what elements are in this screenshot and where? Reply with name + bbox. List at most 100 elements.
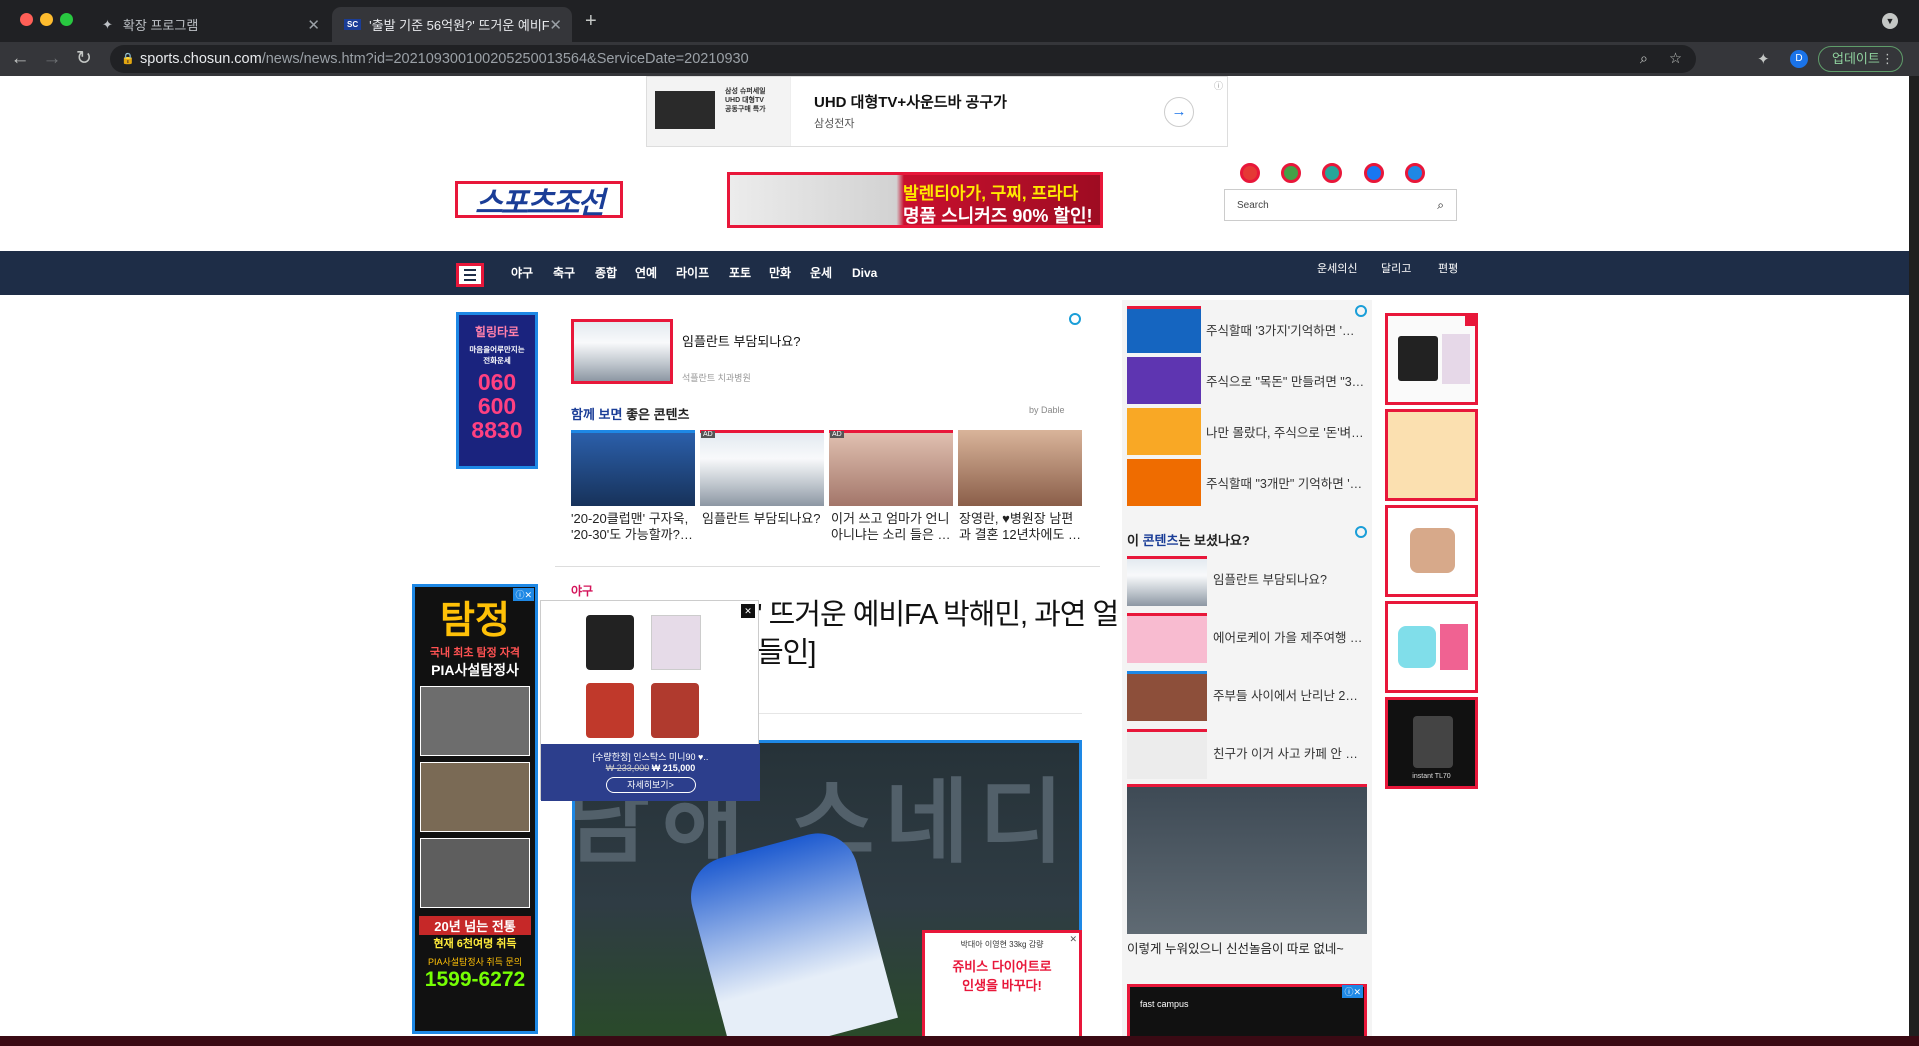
- right-list-thumbnail[interactable]: [1127, 459, 1201, 506]
- browser-tab-strip: ✦ 확장 프로그램 ✕ SC '출발 기준 56억원?' 뜨거운 예비FA ✕ …: [0, 0, 1919, 42]
- thumb-line: UHD 대형TV: [725, 97, 764, 104]
- inset-close-icon[interactable]: ✕: [1069, 934, 1077, 945]
- close-tab-icon[interactable]: ✕: [307, 16, 320, 34]
- facebook-icon[interactable]: [1364, 163, 1384, 183]
- ad-close-icon[interactable]: [1465, 316, 1475, 326]
- minimize-window-button[interactable]: [40, 13, 53, 26]
- location-icon[interactable]: [1281, 163, 1301, 183]
- popup-cta-button[interactable]: 자세히보기>: [605, 777, 696, 793]
- close-tab-icon[interactable]: ✕: [549, 16, 562, 34]
- extensions-icon[interactable]: ✦: [1757, 50, 1770, 68]
- seen-title[interactable]: 친구가 이거 사고 카페 안 …: [1213, 743, 1363, 762]
- card-title[interactable]: 이거 쓰고 엄마가 언니 아니냐는 소리 들은 …: [831, 511, 955, 543]
- nav-item[interactable]: 축구: [553, 251, 575, 295]
- fastcampus-ad[interactable]: fast campus ⓘ✕: [1127, 984, 1367, 1036]
- more-menu-icon[interactable]: ⋮: [1881, 47, 1894, 71]
- nav-right-item[interactable]: 편평: [1438, 251, 1458, 287]
- card-thumbnail[interactable]: [571, 430, 695, 506]
- site-logo[interactable]: 스포츠조선: [455, 181, 623, 220]
- zoom-icon[interactable]: ⌕: [1640, 45, 1648, 73]
- update-button[interactable]: 업데이트 ⋮: [1818, 46, 1903, 72]
- sponsored-title[interactable]: 임플란트 부담되나요?: [682, 331, 800, 350]
- nav-item[interactable]: 포토: [729, 251, 751, 295]
- nav-item[interactable]: 연예: [635, 251, 657, 295]
- seen-title[interactable]: 임플란트 부담되나요?: [1213, 569, 1363, 588]
- far-right-product[interactable]: [1385, 409, 1478, 501]
- tab-search-icon[interactable]: ▼: [1882, 13, 1898, 29]
- bookmark-star-icon[interactable]: ☆: [1669, 45, 1682, 73]
- ad-close-icon[interactable]: ⓘ✕: [513, 588, 534, 601]
- search-input[interactable]: Search ⌕: [1224, 189, 1457, 221]
- sc-favicon-icon: SC: [344, 19, 362, 30]
- new-tab-button[interactable]: +: [585, 10, 597, 33]
- nav-right-item[interactable]: 달리고: [1381, 251, 1411, 287]
- forward-icon[interactable]: →: [39, 46, 65, 72]
- close-window-button[interactable]: [20, 13, 33, 26]
- messenger-icon[interactable]: [1405, 163, 1425, 183]
- ad-close-icon[interactable]: ⓘ✕: [1342, 985, 1363, 998]
- right-list-title[interactable]: 나만 몰랐다, 주식으로 '돈'벼…: [1206, 422, 1366, 441]
- right-list-thumbnail[interactable]: [1127, 357, 1201, 404]
- play-icon[interactable]: [1322, 163, 1342, 183]
- old-price: ₩ 233,000: [605, 763, 650, 773]
- seen-thumbnail[interactable]: [1127, 613, 1207, 663]
- nav-item[interactable]: 야구: [511, 251, 533, 295]
- card-title[interactable]: 임플란트 부담되나요?: [702, 511, 826, 527]
- menu-hamburger-icon[interactable]: [456, 263, 484, 287]
- search-icon[interactable]: ⌕: [1437, 198, 1444, 213]
- top-ad[interactable]: 삼성 슈퍼세일 UHD 대형TV 공동구매 특가 UHD 대형TV+사운드바 공…: [646, 76, 1228, 147]
- youtube-icon[interactable]: [1240, 163, 1260, 183]
- zoom-window-button[interactable]: [60, 13, 73, 26]
- right-list-title[interactable]: 주식할때 "3개만" 기억하면 '…: [1206, 473, 1366, 492]
- nav-item[interactable]: 라이프: [676, 251, 709, 295]
- right-list-thumbnail[interactable]: [1127, 408, 1201, 455]
- popup-close-icon[interactable]: ✕: [741, 604, 755, 618]
- seen-feature-image[interactable]: [1127, 784, 1367, 934]
- ad-choices-icon[interactable]: [1355, 526, 1367, 538]
- article-category[interactable]: 야구: [571, 582, 593, 599]
- far-right-product[interactable]: instant TL70: [1385, 697, 1478, 789]
- instax-popup-ad[interactable]: ✕ [수량한정] 인스탁스 미니90 ♥.. ₩ 233,000 ₩ 215,0…: [540, 600, 760, 801]
- reload-icon[interactable]: ↻: [71, 46, 97, 72]
- page-scrollbar[interactable]: [1909, 76, 1919, 1036]
- seen-thumbnail[interactable]: [1127, 556, 1207, 606]
- nav-item[interactable]: Diva: [852, 251, 877, 295]
- nav-right-item[interactable]: 운세의신: [1317, 251, 1357, 287]
- tarot-side-ad[interactable]: 힐링타로 마음을어루만지는 전화운세 060 600 8830: [456, 312, 538, 469]
- arrow-right-icon[interactable]: →: [1164, 97, 1194, 127]
- browser-toolbar: ← → ↻ 🔒 sports.chosun.com/news/news.htm?…: [0, 42, 1919, 76]
- right-list-title[interactable]: 주식으로 "목돈" 만들려면 "3…: [1206, 371, 1366, 390]
- detective-ad[interactable]: ⓘ✕ 탐정 국내 최초 탐정 자격 PIA사설탐정사 20년 넘는 전통 현재 …: [412, 584, 538, 1034]
- card-thumbnail[interactable]: [958, 430, 1082, 506]
- far-right-product[interactable]: [1385, 505, 1478, 597]
- ad-choices-icon[interactable]: [1355, 305, 1367, 317]
- ad-badge: AD: [830, 431, 844, 438]
- sponsored-thumbnail[interactable]: [571, 319, 673, 384]
- tab-article[interactable]: SC '출발 기준 56억원?' 뜨거운 예비FA ✕: [332, 7, 572, 42]
- seen-title[interactable]: 에어로케이 가을 제주여행 …: [1213, 627, 1363, 646]
- header-banner-ad[interactable]: 발렌티아가, 구찌, 프라다 명품 스니커즈 90% 할인!: [727, 172, 1103, 228]
- right-list-thumbnail[interactable]: [1127, 306, 1201, 353]
- far-right-product[interactable]: [1385, 313, 1478, 405]
- ad-info-icon[interactable]: ⓘ: [1214, 79, 1223, 92]
- far-right-product[interactable]: [1385, 601, 1478, 693]
- tab-extensions[interactable]: ✦ 확장 프로그램 ✕: [90, 7, 330, 42]
- seen-title[interactable]: 주부들 사이에서 난리난 2…: [1213, 685, 1363, 704]
- product-image: [1398, 626, 1436, 668]
- diet-inset-ad[interactable]: ✕ 박대아 이영현 33kg 감량 쥬비스 다이어트로 인생을 바꾸다!: [922, 930, 1082, 1036]
- seen-thumbnail[interactable]: [1127, 729, 1207, 779]
- nav-item[interactable]: 운세: [810, 251, 832, 295]
- address-bar[interactable]: 🔒 sports.chosun.com/news/news.htm?id=202…: [110, 45, 1696, 73]
- ad-choices-icon[interactable]: [1069, 313, 1081, 325]
- profile-avatar[interactable]: D: [1790, 50, 1808, 68]
- seen-thumbnail[interactable]: [1127, 671, 1207, 721]
- nav-item[interactable]: 만화: [769, 251, 791, 295]
- card-title[interactable]: 장영란, ♥병원장 남편과 결혼 12년차에도 …: [959, 511, 1083, 543]
- back-icon[interactable]: ←: [7, 46, 33, 72]
- card-title[interactable]: '20-20클럽맨' 구자욱, '20-30'도 가능할까?…: [571, 511, 695, 543]
- seen-feature-caption[interactable]: 이렇게 누워있으니 신선놀음이 따로 없네~: [1127, 938, 1344, 957]
- card-thumbnail[interactable]: [700, 430, 824, 506]
- card-thumbnail[interactable]: [829, 430, 953, 506]
- nav-item[interactable]: 종합: [595, 251, 617, 295]
- right-list-title[interactable]: 주식할때 '3가지'기억하면 '…: [1206, 320, 1366, 339]
